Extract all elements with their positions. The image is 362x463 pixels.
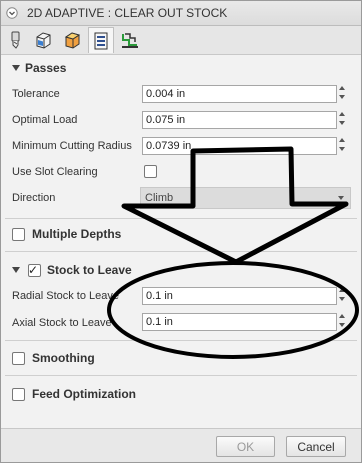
axial-stock-spinner[interactable] — [338, 312, 346, 330]
passes-section-header[interactable]: Passes — [1, 56, 361, 80]
divider — [5, 340, 357, 341]
direction-dropdown[interactable]: Climb — [140, 187, 351, 209]
tab-tool[interactable] — [4, 27, 28, 52]
feed-optimization-section[interactable]: Feed Optimization — [1, 382, 361, 406]
radial-stock-spinner[interactable] — [338, 286, 346, 304]
smoothing-checkbox[interactable] — [12, 352, 25, 365]
tool-icon — [11, 31, 20, 49]
smoothing-label: Smoothing — [32, 351, 95, 365]
stock-to-leave-label: Stock to Leave — [47, 263, 132, 277]
spin-up-icon[interactable] — [339, 86, 345, 90]
tab-passes[interactable] — [88, 27, 114, 53]
spin-up-icon[interactable] — [339, 112, 345, 116]
radial-stock-field[interactable] — [142, 287, 337, 305]
smoothing-section[interactable]: Smoothing — [1, 346, 361, 370]
tab-linking[interactable] — [118, 27, 142, 52]
linking-icon — [122, 32, 138, 48]
optimal-load-field[interactable] — [142, 111, 337, 129]
stock-to-leave-checkbox[interactable]: ✓ — [28, 263, 41, 277]
axial-stock-label: Axial Stock to Leave — [12, 317, 112, 329]
expand-triangle-icon[interactable] — [12, 267, 20, 273]
min-cutting-radius-field[interactable] — [142, 137, 337, 155]
spin-up-icon[interactable] — [339, 138, 345, 142]
spin-down-icon[interactable] — [339, 147, 345, 151]
title-bar[interactable]: 2D ADAPTIVE : CLEAR OUT STOCK — [1, 1, 361, 26]
divider — [5, 375, 357, 376]
radial-stock-input[interactable] — [143, 288, 332, 304]
adaptive-dialog: 2D ADAPTIVE : CLEAR OUT STOCK Passes Tol… — [0, 0, 362, 463]
divider — [5, 218, 357, 219]
axial-stock-input[interactable] — [143, 314, 332, 330]
min-cutting-radius-label: Minimum Cutting Radius — [12, 140, 132, 152]
tab-bar — [1, 26, 361, 55]
spin-up-icon[interactable] — [339, 314, 345, 318]
stock-to-leave-section-header[interactable]: ✓ Stock to Leave — [1, 258, 361, 282]
tolerance-input[interactable] — [143, 86, 332, 102]
collapse-icon[interactable] — [6, 7, 18, 19]
feed-optimization-label: Feed Optimization — [32, 387, 137, 401]
spin-down-icon[interactable] — [339, 297, 345, 301]
optimal-load-spinner[interactable] — [338, 110, 346, 128]
direction-value: Climb — [145, 192, 174, 204]
tolerance-field[interactable] — [142, 85, 337, 103]
min-cutting-radius-spinner[interactable] — [338, 136, 346, 154]
multiple-depths-section[interactable]: Multiple Depths — [1, 222, 361, 246]
tab-geometry[interactable] — [31, 27, 55, 52]
passes-header-label: Passes — [25, 61, 67, 75]
optimal-load-input[interactable] — [143, 112, 332, 128]
radial-stock-label: Radial Stock to Leave — [12, 290, 120, 302]
use-slot-clearing-checkbox[interactable] — [144, 165, 157, 178]
dialog-title: 2D ADAPTIVE : CLEAR OUT STOCK — [27, 6, 228, 20]
ok-button[interactable]: OK — [216, 436, 275, 457]
spin-down-icon[interactable] — [339, 95, 345, 99]
spin-down-icon[interactable] — [339, 323, 345, 327]
expand-triangle-icon[interactable] — [12, 65, 20, 71]
tab-heights[interactable] — [60, 27, 84, 52]
dialog-footer: OK Cancel — [1, 428, 361, 462]
multiple-depths-checkbox[interactable] — [12, 228, 25, 241]
min-cutting-radius-input[interactable] — [143, 138, 332, 154]
heights-icon — [64, 31, 81, 49]
chevron-down-icon[interactable] — [338, 196, 344, 200]
multiple-depths-label: Multiple Depths — [32, 227, 122, 241]
tolerance-spinner[interactable] — [338, 84, 346, 102]
direction-label: Direction — [12, 192, 56, 204]
cancel-button[interactable]: Cancel — [286, 436, 346, 457]
tolerance-label: Tolerance — [12, 88, 60, 100]
axial-stock-field[interactable] — [142, 313, 337, 331]
passes-icon — [94, 32, 108, 49]
checkmark-icon: ✓ — [28, 263, 39, 277]
geometry-icon — [36, 31, 51, 49]
spin-down-icon[interactable] — [339, 121, 345, 125]
spin-up-icon[interactable] — [339, 288, 345, 292]
use-slot-clearing-label: Use Slot Clearing — [12, 166, 98, 178]
optimal-load-label: Optimal Load — [12, 114, 78, 126]
divider — [5, 251, 357, 252]
feed-optimization-checkbox[interactable] — [12, 388, 25, 401]
